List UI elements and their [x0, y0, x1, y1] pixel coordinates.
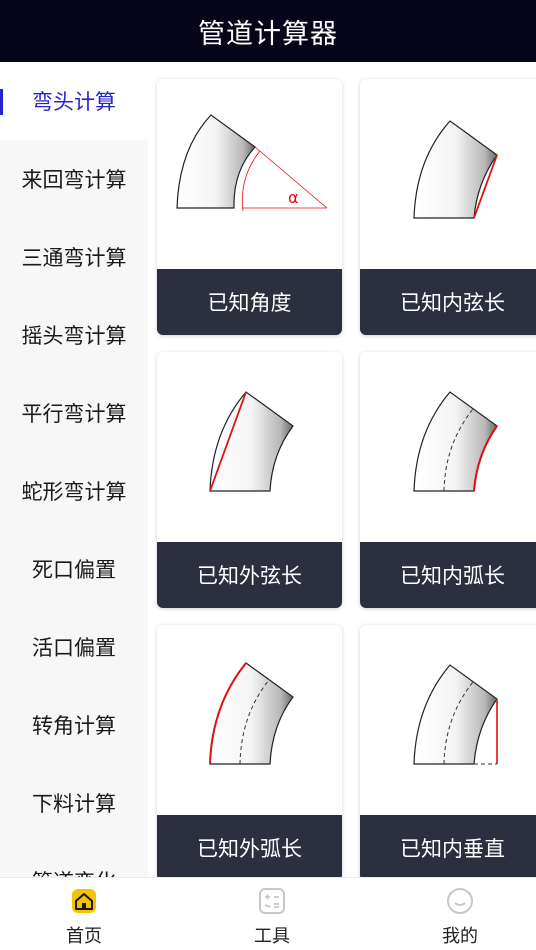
tab-tools[interactable]: 工具: [212, 878, 332, 950]
tab-label: 工具: [254, 926, 290, 947]
elbow-inner-arc-diagram: [413, 391, 498, 492]
card-known-outer-chord[interactable]: 已知外弦长: [157, 352, 342, 608]
sidebar-item-label: 蛇形弯计算: [21, 480, 127, 504]
sidebar-item-snake-bend[interactable]: 蛇形弯计算: [0, 452, 148, 530]
app-header: 管道计算器: [0, 0, 536, 62]
sidebar-item-label: 转角计算: [32, 714, 116, 738]
tab-label: 首页: [66, 926, 102, 947]
card-label: 已知外弧长: [157, 815, 342, 877]
sidebar-item-label: 平行弯计算: [21, 402, 127, 426]
sidebar-item-label: 三通弯计算: [21, 246, 127, 270]
sidebar-item-pipe-change[interactable]: 管道变化: [0, 842, 148, 877]
sidebar-item-label: 下料计算: [32, 792, 116, 816]
elbow-outer-chord-diagram: [209, 391, 294, 492]
sidebar-item-fixed-offset[interactable]: 死口偏置: [0, 530, 148, 608]
category-sidebar[interactable]: 弯头计算 来回弯计算 三通弯计算 摇头弯计算 平行弯计算 蛇形弯计算 死口偏置 …: [0, 62, 148, 877]
card-known-angle[interactable]: α 已知角度: [157, 79, 342, 335]
sidebar-item-label: 来回弯计算: [21, 168, 127, 192]
sidebar-item-corner-calc[interactable]: 转角计算: [0, 686, 148, 764]
elbow-inner-vertical-diagram: [413, 664, 498, 765]
card-label: 已知外弦长: [157, 542, 342, 608]
card-known-inner-vertical[interactable]: 已知内垂直: [360, 625, 536, 877]
home-icon: [72, 889, 96, 913]
sidebar-item-label: 弯头计算: [32, 90, 116, 114]
card-known-outer-arc[interactable]: 已知外弧长: [157, 625, 342, 877]
sidebar-item-tee-bend[interactable]: 三通弯计算: [0, 218, 148, 296]
card-known-inner-chord[interactable]: 已知内弦长: [360, 79, 536, 335]
profile-icon: [447, 888, 473, 914]
tab-profile[interactable]: 我的: [400, 878, 520, 950]
calculator-icon: [259, 888, 285, 914]
elbow-angle-diagram: α: [176, 114, 328, 212]
sidebar-item-movable-offset[interactable]: 活口偏置: [0, 608, 148, 686]
sidebar-item-swing-bend[interactable]: 摇头弯计算: [0, 296, 148, 374]
page-title: 管道计算器: [198, 18, 338, 50]
card-label: 已知角度: [157, 269, 342, 335]
calculator-grid: α 已知角度 已知内弦长 已知外弦长 已知内弧长 已知外弧长 已知内垂直: [148, 62, 536, 877]
card-label: 已知内弧长: [360, 542, 536, 608]
sidebar-item-label: 活口偏置: [32, 636, 116, 660]
sidebar-item-label: 死口偏置: [32, 558, 116, 582]
bottom-tab-bar: 首页 工具 我的: [0, 877, 536, 950]
sidebar-item-return-bend[interactable]: 来回弯计算: [0, 140, 148, 218]
card-label: 已知内弦长: [360, 269, 536, 335]
sidebar-item-label: 摇头弯计算: [21, 324, 127, 348]
sidebar-item-cutting-calc[interactable]: 下料计算: [0, 764, 148, 842]
card-label: 已知内垂直: [360, 815, 536, 877]
sidebar-item-label: 管道变化: [32, 866, 116, 877]
tab-label: 我的: [442, 926, 478, 947]
sidebar-item-elbow[interactable]: 弯头计算: [0, 62, 148, 140]
angle-symbol: α: [288, 188, 299, 207]
elbow-inner-chord-diagram: [413, 120, 498, 219]
tab-home[interactable]: 首页: [24, 878, 144, 950]
card-known-inner-arc[interactable]: 已知内弧长: [360, 352, 536, 608]
sidebar-item-parallel-bend[interactable]: 平行弯计算: [0, 374, 148, 452]
elbow-outer-arc-diagram: [209, 662, 294, 765]
